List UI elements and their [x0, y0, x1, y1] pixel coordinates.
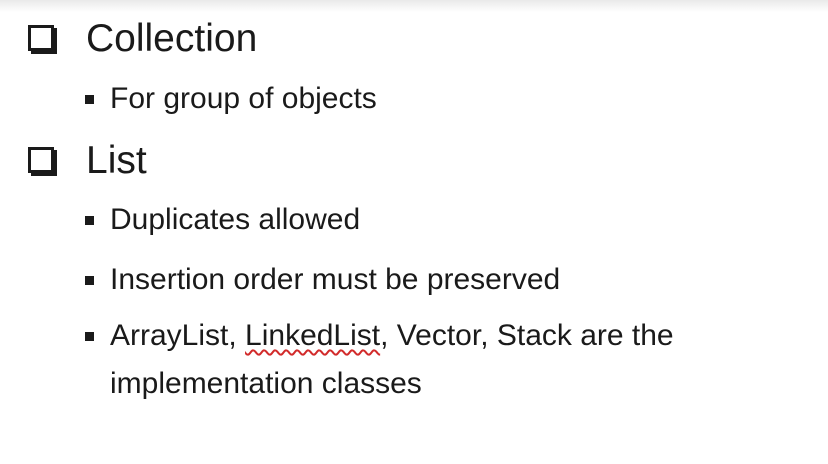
item-insertion-order: Insertion order must be preserved — [110, 263, 561, 296]
hollow-square-bullet-icon — [28, 147, 54, 173]
heading-list: List — [86, 139, 147, 182]
item-duplicates-allowed: Duplicates allowed — [110, 203, 361, 236]
square-bullet-icon — [85, 216, 94, 225]
square-bullet-icon — [85, 95, 94, 104]
slide: Collection For group of objects List Dup… — [0, 0, 828, 464]
square-bullet-icon — [85, 276, 94, 285]
spellcheck-word: LinkedList — [245, 319, 381, 352]
hollow-square-bullet-icon — [28, 25, 54, 51]
heading-collection: Collection — [86, 17, 258, 60]
square-bullet-icon — [85, 332, 94, 341]
item-implementation-classes-line2: implementation classes — [110, 367, 422, 400]
item-text-after: , Vector, Stack are the — [380, 319, 674, 352]
item-text-before: ArrayList, — [110, 319, 246, 352]
top-shadow — [0, 0, 828, 12]
item-for-group-of-objects: For group of objects — [110, 82, 377, 115]
item-implementation-classes-line1: ArrayList, LinkedList, Vector, Stack are… — [110, 313, 674, 359]
